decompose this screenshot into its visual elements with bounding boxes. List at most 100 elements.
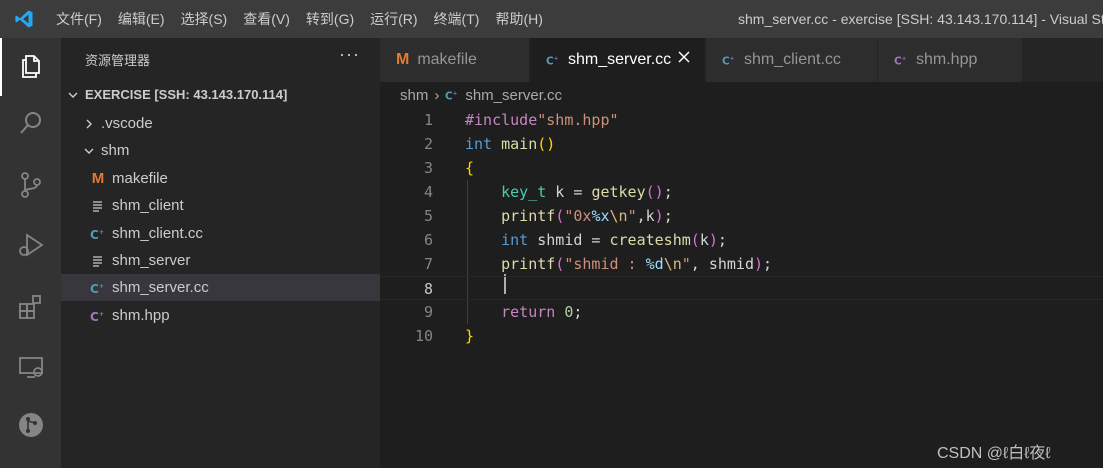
menu-selection[interactable]: 选择(S) bbox=[173, 0, 236, 38]
code-token: "shm.hpp" bbox=[537, 111, 619, 129]
code-line[interactable]: 10} bbox=[380, 324, 1103, 348]
tab-shm-server-cc[interactable]: C + shm_server.cc bbox=[530, 38, 706, 82]
tree-item-label: shm_server bbox=[112, 252, 191, 269]
code-text: printf("0x%x\n",k); bbox=[465, 204, 673, 228]
extensions-button[interactable] bbox=[0, 280, 61, 338]
code-line[interactable]: 5 printf("0x%x\n",k); bbox=[380, 204, 1103, 228]
tree-item-vscode[interactable]: .vscode bbox=[61, 110, 400, 137]
code-line[interactable]: 8 bbox=[380, 276, 1103, 300]
code-token: } bbox=[465, 327, 475, 345]
menu-view[interactable]: 查看(V) bbox=[235, 0, 298, 38]
extensions-icon bbox=[16, 292, 46, 327]
menu-help[interactable]: 帮助(H) bbox=[487, 0, 550, 38]
code-line[interactable]: 7 printf("shmid : %d\n", shmid); bbox=[380, 252, 1103, 276]
code-token: int bbox=[465, 135, 493, 153]
code-token: ,k bbox=[636, 207, 655, 225]
chevron-down-icon bbox=[65, 89, 81, 101]
code-editor[interactable]: 1 #include"shm.hpp" 2 int main() 3{4 key_t k… bbox=[380, 108, 1103, 468]
code-token: ; bbox=[763, 255, 773, 273]
code-token: ) bbox=[754, 255, 764, 273]
breadcrumb-file[interactable]: shm_server.cc bbox=[465, 87, 562, 104]
code-line[interactable]: 1 #include"shm.hpp" bbox=[380, 108, 1103, 132]
workspace-root[interactable]: EXERCISE [SSH: 43.143.170.114] bbox=[61, 81, 384, 108]
menu-terminal[interactable]: 终端(T) bbox=[426, 0, 488, 38]
svg-text:C: C bbox=[90, 310, 99, 323]
code-token: ; bbox=[573, 303, 583, 321]
code-text: return 0; bbox=[465, 300, 582, 324]
breadcrumb-folder[interactable]: shm bbox=[400, 87, 428, 104]
more-actions-button[interactable]: ··· bbox=[339, 44, 360, 65]
menu-edit[interactable]: 编辑(E) bbox=[110, 0, 173, 38]
menu-run[interactable]: 运行(R) bbox=[362, 0, 425, 38]
git-graph-button[interactable] bbox=[0, 398, 61, 456]
menu-bar: 文件(F) 编辑(E) 选择(S) 查看(V) 转到(G) 运行(R) 终端(T… bbox=[48, 0, 551, 38]
line-number: 10 bbox=[414, 327, 433, 345]
tree-item-shm-client-cc[interactable]: C + shm_client.cc bbox=[61, 220, 408, 247]
svg-text:C: C bbox=[445, 90, 453, 102]
close-icon[interactable] bbox=[677, 50, 691, 69]
code-token: main bbox=[501, 135, 538, 153]
tree-item-makefile[interactable]: M makefile bbox=[61, 165, 408, 192]
tree-item-shm-server[interactable]: shm_server bbox=[61, 247, 408, 274]
tree-item-shm-server-cc[interactable]: C + shm_server.cc bbox=[61, 274, 408, 301]
cpp-file-icon: C + bbox=[89, 281, 107, 295]
code-line[interactable]: 3{ bbox=[380, 156, 1103, 180]
code-token: "shmid : bbox=[564, 255, 646, 273]
tree-item-shm[interactable]: shm bbox=[61, 137, 400, 164]
code-token: " bbox=[681, 255, 691, 273]
code-line[interactable]: 6 int shmid = createshm(k); bbox=[380, 228, 1103, 252]
breadcrumb-separator: › bbox=[434, 86, 440, 104]
tab-label: makefile bbox=[417, 51, 477, 68]
code-text bbox=[465, 277, 501, 301]
code-token: %d bbox=[645, 255, 664, 273]
line-number: 4 bbox=[423, 183, 433, 201]
code-line[interactable]: 4 key_t k = getkey(); bbox=[380, 180, 1103, 204]
run-debug-icon bbox=[16, 230, 46, 265]
line-number: 5 bbox=[423, 207, 433, 225]
code-token: ; bbox=[717, 231, 727, 249]
tree-item-label: shm_client.cc bbox=[112, 225, 203, 242]
svg-text:+: + bbox=[902, 56, 906, 62]
code-token: () bbox=[537, 135, 556, 153]
hpp-file-icon: C + bbox=[89, 309, 107, 323]
svg-text:C: C bbox=[894, 55, 902, 67]
code-token: printf bbox=[501, 207, 556, 225]
source-control-button[interactable] bbox=[0, 158, 61, 216]
tree-item-shm-client[interactable]: shm_client bbox=[61, 192, 408, 219]
svg-text:C: C bbox=[90, 282, 99, 295]
run-debug-button[interactable] bbox=[0, 218, 61, 276]
menu-go[interactable]: 转到(G) bbox=[298, 0, 362, 38]
line-number: 1 bbox=[423, 111, 433, 129]
explorer-sidebar: 资源管理器 ··· EXERCISE [SSH: 43.143.170.114]… bbox=[61, 38, 408, 468]
activity-bar bbox=[0, 38, 61, 468]
tab-shm-hpp[interactable]: C + shm.hpp bbox=[878, 38, 1023, 82]
code-token: #include bbox=[465, 111, 538, 129]
tab-shm-client-cc[interactable]: C + shm_client.cc bbox=[706, 38, 878, 82]
tree-item-label: shm.hpp bbox=[112, 307, 170, 324]
tab-makefile[interactable]: M makefile bbox=[380, 38, 530, 82]
code-token: shmid = bbox=[528, 231, 610, 249]
code-line[interactable]: 2 int main() bbox=[380, 132, 1103, 156]
remote-explorer-button[interactable] bbox=[0, 340, 61, 398]
file-lines-icon bbox=[89, 200, 107, 212]
menu-file[interactable]: 文件(F) bbox=[48, 0, 110, 38]
chevron-down-icon bbox=[81, 145, 97, 157]
tree-item-shm-hpp[interactable]: C + shm.hpp bbox=[61, 302, 408, 329]
svg-text:C: C bbox=[546, 55, 554, 67]
code-token: getkey bbox=[591, 183, 646, 201]
tab-label: shm.hpp bbox=[916, 51, 978, 68]
svg-text:+: + bbox=[554, 56, 558, 62]
svg-text:C: C bbox=[722, 55, 730, 67]
explorer-button[interactable] bbox=[0, 38, 61, 96]
cpp-file-icon: C + bbox=[89, 227, 107, 241]
code-text: #include"shm.hpp" bbox=[465, 108, 619, 132]
cpp-file-icon: C + bbox=[546, 53, 560, 67]
tree-item-label: shm bbox=[101, 142, 130, 159]
cpp-file-icon: C + bbox=[722, 53, 736, 67]
code-text: printf("shmid : %d\n", shmid); bbox=[465, 252, 772, 276]
code-line[interactable]: 9 return 0; bbox=[380, 300, 1103, 324]
search-button[interactable] bbox=[0, 96, 61, 154]
makefile-icon: M bbox=[91, 170, 105, 187]
